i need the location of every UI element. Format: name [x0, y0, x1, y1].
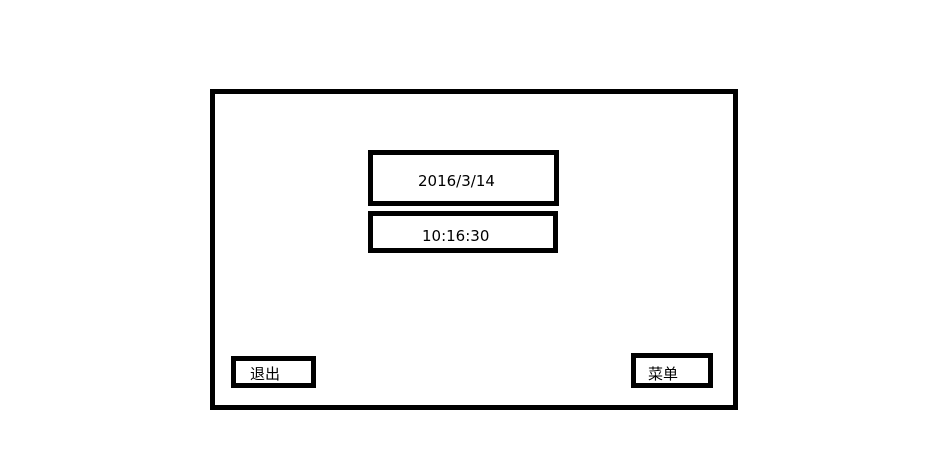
exit-button-label: 退出: [250, 365, 281, 383]
date-text: 2016/3/14: [418, 172, 495, 190]
exit-button[interactable]: 退出: [231, 356, 316, 388]
menu-button-label: 菜单: [648, 365, 679, 383]
time-text: 10:16:30: [422, 227, 490, 245]
device-screen: 2016/3/14 10:16:30 退出 菜单: [210, 89, 738, 410]
time-display: 10:16:30: [368, 211, 558, 253]
date-display: 2016/3/14: [368, 150, 559, 206]
menu-button[interactable]: 菜单: [631, 353, 713, 388]
